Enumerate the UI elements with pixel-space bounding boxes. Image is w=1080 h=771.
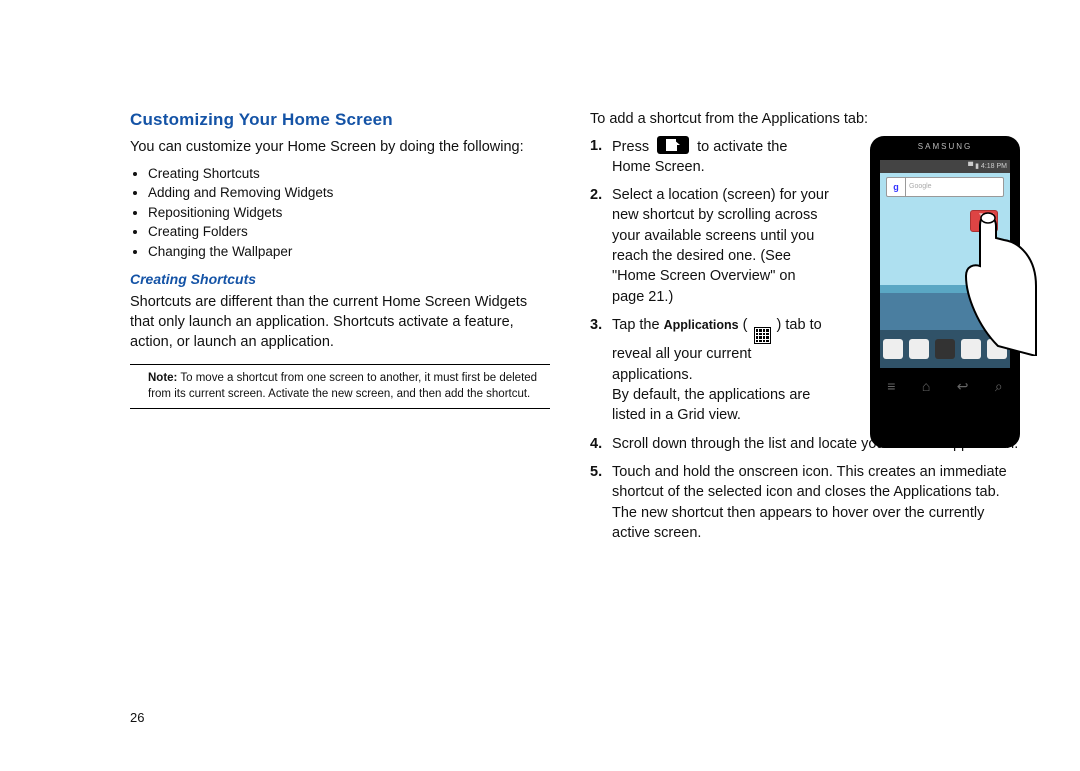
phone-screen: ▀ ▮ 4:18 PM g Google: [880, 160, 1010, 368]
step-text: Select a location (screen) for your new …: [612, 185, 830, 307]
step-number: 3.: [590, 315, 612, 426]
google-g-icon: g: [886, 177, 906, 197]
step-text: By default, the applications are listed …: [612, 387, 810, 423]
note-box: Note: To move a shortcut from one screen…: [130, 364, 550, 409]
step-item: 1. Press to activate the Home Screen.: [590, 136, 830, 178]
section-heading: Customizing Your Home Screen: [130, 110, 550, 130]
step-text: Press: [612, 139, 653, 155]
customize-bullet-list: Creating Shortcuts Adding and Removing W…: [130, 164, 550, 262]
dock-app-icon: [909, 339, 929, 359]
apps-grid-icon: [754, 327, 771, 344]
step-number: 5.: [590, 462, 612, 543]
search-bar: Google: [906, 177, 1004, 197]
step-item: 2. Select a location (screen) for your n…: [590, 185, 830, 307]
page-number: 26: [130, 710, 144, 725]
note-text: To move a shortcut from one screen to an…: [148, 372, 537, 400]
step-item: 3. Tap the Applications ( ) tab to revea…: [590, 315, 830, 426]
gmail-icon: [970, 210, 998, 232]
phone-brand: SAMSUNG: [870, 142, 1020, 151]
home-button-icon: [657, 136, 689, 154]
dock-app-icon: [961, 339, 981, 359]
dock-apps-icon: [935, 339, 955, 359]
right-column: To add a shortcut from the Applications …: [590, 110, 1020, 551]
steps-with-phone: SAMSUNG ▀ ▮ 4:18 PM g Google: [590, 136, 1020, 544]
signal-icon: ▀: [968, 163, 973, 170]
status-time: 4:18 PM: [981, 163, 1007, 170]
menu-key-icon: ≡: [887, 378, 895, 395]
intro-text: You can customize your Home Screen by do…: [130, 138, 550, 158]
step-text: Tap the: [612, 317, 664, 333]
step-number: 2.: [590, 185, 612, 307]
dock-app-icon: [987, 339, 1007, 359]
search-key-icon: ⌕: [995, 378, 1003, 395]
list-item: Creating Shortcuts: [148, 164, 550, 184]
step-number: 1.: [590, 136, 612, 178]
step-item: 5. Touch and hold the onscreen icon. Thi…: [590, 462, 1020, 543]
list-item: Creating Folders: [148, 222, 550, 242]
phone-illustration: SAMSUNG ▀ ▮ 4:18 PM g Google: [870, 136, 1020, 448]
back-key-icon: ↩: [957, 378, 969, 395]
left-column: Customizing Your Home Screen You can cus…: [130, 110, 550, 551]
phone-nav-keys: ≡ ⌂ ↩ ⌕: [870, 368, 1020, 395]
subheading: Creating Shortcuts: [130, 271, 550, 287]
list-item: Changing the Wallpaper: [148, 242, 550, 262]
applications-label: Applications: [664, 318, 739, 332]
list-item: Repositioning Widgets: [148, 203, 550, 223]
right-intro: To add a shortcut from the Applications …: [590, 110, 1020, 130]
phone-dock: [880, 330, 1010, 368]
note-label: Note:: [148, 372, 177, 384]
search-widget: g Google: [886, 177, 1004, 197]
shortcuts-paragraph: Shortcuts are different than the current…: [130, 293, 550, 352]
home-key-icon: ⌂: [922, 378, 930, 395]
phone-body: SAMSUNG ▀ ▮ 4:18 PM g Google: [870, 136, 1020, 448]
dock-app-icon: [883, 339, 903, 359]
step-text: Touch and hold the onscreen icon. This c…: [612, 462, 1020, 543]
step-number: 4.: [590, 434, 612, 454]
status-bar: ▀ ▮ 4:18 PM: [880, 160, 1010, 173]
battery-icon: ▮: [975, 162, 979, 170]
list-item: Adding and Removing Widgets: [148, 183, 550, 203]
manual-page: Customizing Your Home Screen You can cus…: [0, 0, 1080, 551]
